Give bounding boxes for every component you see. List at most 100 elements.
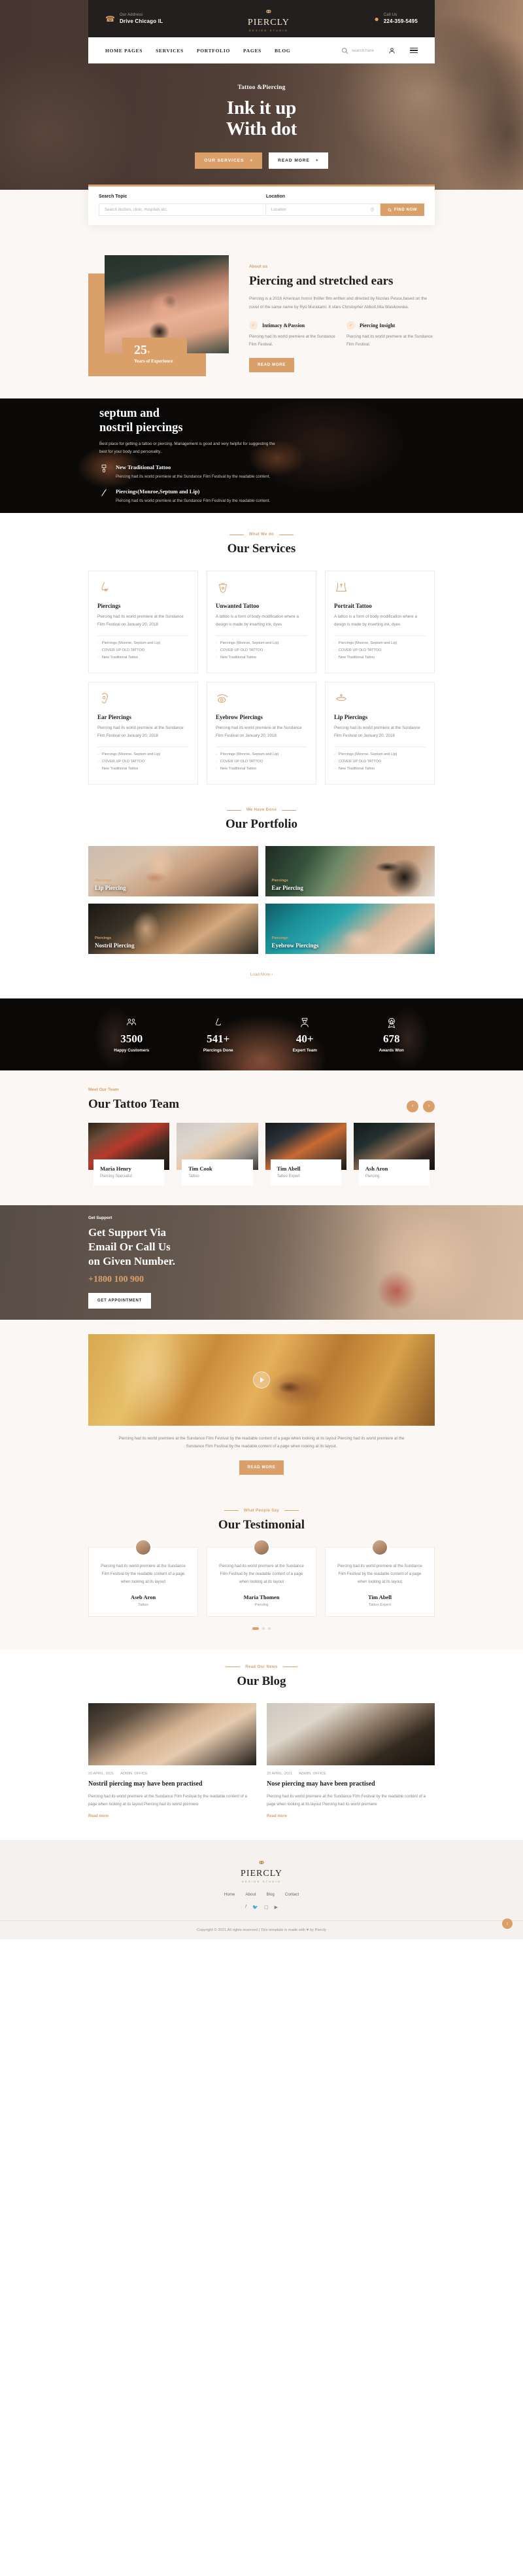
service-link[interactable]: - New Traditional Tattoo <box>216 767 307 771</box>
septum-paragraph: Best place for getting a tattoo or pierc… <box>99 441 275 455</box>
service-link-label: COVER UP OLD TATTOO <box>338 648 382 653</box>
facebook-icon[interactable]: 𝑓 <box>245 1905 246 1910</box>
service-link[interactable]: - New Traditional Tattoo <box>97 767 189 771</box>
service-link[interactable]: - Piercings (Monroe, Septum and Lip) <box>334 752 426 756</box>
testimonial-pagination[interactable] <box>88 1627 435 1630</box>
counter-label: Happy Customers <box>114 1048 150 1053</box>
service-card[interactable]: Portrait Tattoo A tattoo is a form of bo… <box>325 571 435 674</box>
portfolio-category: Piercings <box>271 879 288 883</box>
service-link[interactable]: - COVER UP OLD TATTOO <box>97 648 189 652</box>
service-link[interactable]: - Piercings (Monroe, Septum and Lip) <box>97 752 189 756</box>
check-icon: ✓ <box>249 321 258 330</box>
find-now-button[interactable]: FIND NOW <box>380 203 424 216</box>
search-box: Search Topic Search doctors, clinic, Hos… <box>88 185 435 225</box>
plus-icon: + <box>315 158 319 164</box>
portfolio-item[interactable]: Piercings Ear Piercing <box>265 846 435 897</box>
nav-item-home-pages[interactable]: HOME PAGES <box>105 48 143 54</box>
testimonial-role: Piercing <box>254 1602 269 1607</box>
service-card[interactable]: Eyebrow Piercings Piercing had its world… <box>207 682 316 785</box>
team-member[interactable]: Maria Henry Piercing Specialist <box>88 1122 170 1186</box>
service-link[interactable]: - New Traditional Tattoo <box>334 656 426 660</box>
hero-services-button[interactable]: OUR SERVICES + <box>195 152 263 169</box>
service-link[interactable]: - Piercings (Monroe, Septum and Lip) <box>97 641 189 645</box>
team-prev-button[interactable]: ‹ <box>407 1100 418 1112</box>
search-topic-label: Search Topic <box>99 194 127 199</box>
service-link[interactable]: - COVER UP OLD TATTOO <box>216 648 307 652</box>
search-location-field: Location Location <box>265 194 380 216</box>
service-card[interactable]: Lip Piercings Piercing had its world pre… <box>325 682 435 785</box>
menu-toggle-icon[interactable] <box>410 47 418 54</box>
about-readmore-button[interactable]: READ MORE <box>249 358 294 373</box>
about-section: 25+ Years of Experience About us Piercin… <box>0 239 523 398</box>
footer-link-about[interactable]: About <box>245 1892 256 1897</box>
portfolio-item[interactable]: Piercings Lip Piercing <box>88 846 258 897</box>
instagram-icon[interactable]: ▢ <box>264 1905 269 1910</box>
nav-item-portfolio[interactable]: PORTFOLIO <box>197 48 230 54</box>
hero-readmore-button[interactable]: READ MORE + <box>269 152 328 169</box>
service-link[interactable]: - COVER UP OLD TATTOO <box>97 760 189 764</box>
service-card[interactable]: Ear Piercings Piercing had its world pre… <box>88 682 198 785</box>
cta-title-line2: Email Or Call Us <box>88 1241 171 1254</box>
testimonial-kicker: What People Say <box>243 1508 280 1513</box>
service-card[interactable]: Piercings Piercing had its world premier… <box>88 571 198 674</box>
cta-phone-number[interactable]: +1800 100 900 <box>88 1275 435 1285</box>
service-link[interactable]: - COVER UP OLD TATTOO <box>216 760 307 764</box>
blog-post[interactable]: 20 APRIL, 2021 ADMIN, OFFICE Nostril pie… <box>88 1703 256 1821</box>
video-banner[interactable] <box>88 1333 435 1426</box>
about-feature-title: Intimacy &Passion <box>262 322 305 328</box>
user-account-icon[interactable] <box>388 47 396 54</box>
map-pin-icon: ● <box>374 14 379 24</box>
service-card[interactable]: Unwanted Tattoo A tattoo is a form of bo… <box>207 571 316 674</box>
team-member-role: Piercing Specialist <box>100 1174 133 1178</box>
service-link[interactable]: - New Traditional Tattoo <box>97 656 189 660</box>
septum-item-text: Piercing had its world premiere at the S… <box>116 499 271 504</box>
play-button-icon[interactable] <box>253 1371 270 1388</box>
youtube-icon[interactable]: ▶ <box>275 1905 278 1910</box>
nav-item-pages[interactable]: PAGES <box>243 48 262 54</box>
portfolio-kicker: We Have Done <box>246 808 277 813</box>
service-link-label: Piercings (Monroe, Septum and Lip) <box>338 752 397 757</box>
search-topic-field: Search Topic Search doctors, clinic, Hos… <box>99 194 266 216</box>
search-location-input[interactable]: Location <box>265 203 380 216</box>
site-logo[interactable]: ⚭ PIERCLY DESIGN STUDIO <box>248 6 290 32</box>
service-link-label: Piercings (Monroe, Septum and Lip) <box>220 641 279 646</box>
service-link[interactable]: - New Traditional Tattoo <box>334 767 426 771</box>
blog-photo <box>88 1703 256 1765</box>
portfolio-item[interactable]: Piercings Eyebrow Piercings <box>265 904 435 955</box>
testimonial-card: Piercing had its world premiere at the S… <box>207 1538 316 1617</box>
team-next-button[interactable]: › <box>423 1100 435 1112</box>
service-link[interactable]: - Piercings (Monroe, Septum and Lip) <box>334 641 426 645</box>
team-member[interactable]: Tim Abell Tattoo Expert <box>265 1122 346 1186</box>
testimonial-title: Our Testimonial <box>218 1517 305 1532</box>
counter-number: 678 <box>383 1032 400 1045</box>
team-member[interactable]: Tim Cook Tattoo <box>177 1122 258 1186</box>
twitter-icon[interactable]: 🐦 <box>252 1905 258 1910</box>
nav-item-services[interactable]: SERVICES <box>156 48 184 54</box>
service-link[interactable]: - Piercings (Monroe, Septum and Lip) <box>216 641 307 645</box>
portfolio-item[interactable]: Piercings Nostril Piercing <box>88 904 258 955</box>
avatar <box>253 1538 270 1556</box>
service-link[interactable]: - COVER UP OLD TATTOO <box>334 648 426 652</box>
footer-link-blog[interactable]: Blog <box>266 1892 274 1897</box>
search-location-label: Location <box>265 194 286 199</box>
service-link[interactable]: - New Traditional Tattoo <box>216 656 307 660</box>
counter-item: 3500 Happy Customers <box>88 1017 175 1053</box>
search-topic-input[interactable]: Search doctors, clinic, Hospitals etc. <box>99 203 266 216</box>
service-link[interactable]: - COVER UP OLD TATTOO <box>334 760 426 764</box>
search-input[interactable]: search here <box>341 47 374 54</box>
portfolio-category: Piercings <box>271 936 288 941</box>
portfolio-category: Piercings <box>95 936 112 941</box>
video-readmore-button[interactable]: READ MORE <box>239 1460 284 1475</box>
services-section: What We do Our Services Piercings Pierci… <box>0 513 523 804</box>
footer-link-home[interactable]: Home <box>224 1892 235 1897</box>
about-feature: ✓ Intimacy &Passion Piercing had its wor… <box>249 321 337 349</box>
get-appointment-button[interactable]: GET APPOINTMENT <box>88 1292 151 1309</box>
load-more-button[interactable]: Load More › <box>250 972 273 977</box>
service-link[interactable]: - Piercings (Monroe, Septum and Lip) <box>216 752 307 756</box>
portfolio-item-title: Lip Piercing <box>95 885 126 892</box>
footer-link-contact[interactable]: Contact <box>285 1892 299 1897</box>
septum-item-title: Piercings(Monroe,Septum and Lip) <box>116 488 200 495</box>
nav-item-blog[interactable]: BLOG <box>275 48 290 54</box>
tattoo-machine-icon <box>99 464 110 481</box>
team-member[interactable]: Ash Aron Piercing <box>353 1122 435 1186</box>
